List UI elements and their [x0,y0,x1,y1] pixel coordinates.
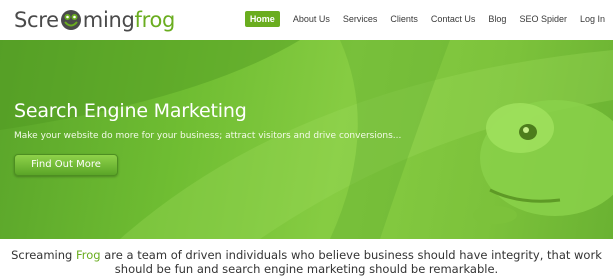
nav-services-link[interactable]: Services [343,11,378,27]
intro-text-end: are a team of driven individuals who bel… [100,248,602,276]
intro-frog-highlight: Frog [76,248,101,262]
intro-text: Screaming Frog are a team of driven indi… [0,248,613,276]
hero-title: Search Engine Marketing [14,100,247,122]
nav-about-link[interactable]: About Us [293,11,330,27]
site-header: Scre ming frog Home About Us Services Cl… [0,0,613,40]
nav-login-link[interactable]: Log In [580,11,605,27]
site-logo[interactable]: Scre ming frog [14,6,175,34]
frog-logo-icon [60,10,81,30]
frog-illustration [473,100,613,224]
logo-text-scre: Scre [14,8,59,32]
nav-clients-link[interactable]: Clients [390,11,418,27]
find-out-more-button[interactable]: Find Out More [14,154,118,176]
hero-banner: Search Engine Marketing Make your websit… [0,40,613,239]
intro-text-start: Screaming [11,248,76,262]
logo-text-ming: ming [82,8,135,32]
nav-contact-link[interactable]: Contact Us [431,11,476,27]
nav-home-link[interactable]: Home [244,11,280,27]
main-nav: Home About Us Services Clients Contact U… [244,11,605,27]
nav-blog-link[interactable]: Blog [488,11,506,27]
hero-subtitle: Make your website do more for your busin… [14,131,402,141]
logo-text-frog: frog [134,8,176,32]
nav-seo-spider-link[interactable]: SEO Spider [519,11,567,27]
